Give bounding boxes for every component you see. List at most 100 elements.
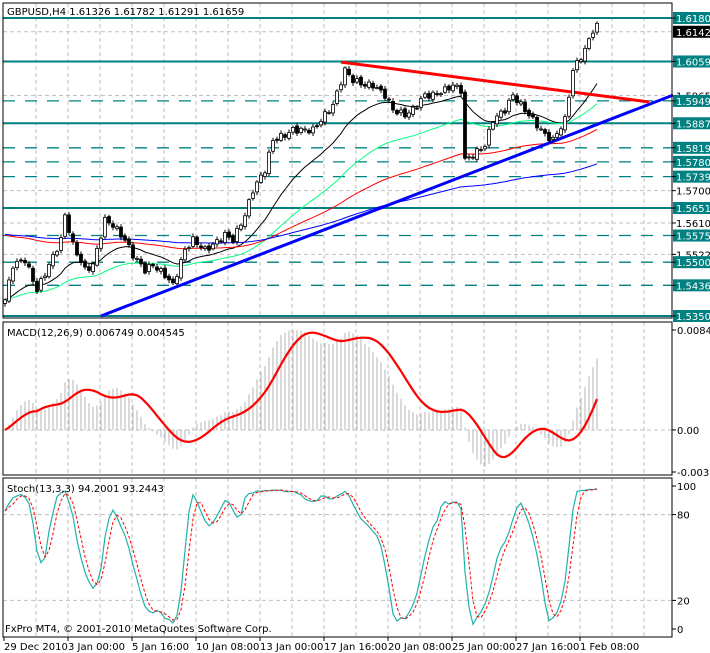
candle <box>95 248 99 266</box>
level-price-label: 1.60597 <box>676 57 710 68</box>
candle <box>215 239 219 245</box>
candle <box>19 259 23 262</box>
candle <box>587 38 591 49</box>
time-label: 13 Jan 00:00 <box>260 642 323 653</box>
candle <box>251 192 255 199</box>
candle <box>259 174 263 183</box>
candle <box>7 279 11 302</box>
candle <box>171 278 175 284</box>
trendlines <box>100 60 674 318</box>
candle <box>35 280 39 292</box>
candle <box>47 264 51 278</box>
candle <box>571 69 575 97</box>
time-label: 17 Jan 16:00 <box>324 642 387 653</box>
candle <box>355 78 359 83</box>
candle <box>291 127 295 133</box>
candle <box>83 260 87 268</box>
ma-line-200 <box>4 163 598 244</box>
candle <box>391 101 395 111</box>
candle <box>423 93 427 98</box>
candle <box>475 148 479 160</box>
candle <box>91 263 95 272</box>
level-price-label: 1.53509 <box>676 312 710 323</box>
candle <box>499 110 503 118</box>
candle <box>543 129 547 134</box>
candle <box>335 90 339 104</box>
macd-tick-label: 0.00 <box>677 426 699 437</box>
candle <box>383 88 387 99</box>
level-price-label: 1.59499 <box>676 97 710 108</box>
candles <box>3 21 599 307</box>
candle <box>123 235 127 241</box>
candle <box>435 93 439 95</box>
candle <box>351 75 355 84</box>
gbpusd-h4-chart[interactable]: 0.00847 0.00 -0.00356 100 80 20 0 1.61425 1.59… <box>0 0 710 653</box>
candle <box>31 267 35 282</box>
candle <box>491 122 495 130</box>
candle <box>531 114 535 118</box>
time-label: 25 Jan 00:00 <box>452 642 515 653</box>
candle <box>451 84 455 92</box>
chart-title: GBPUSD,H4 1.61326 1.61782 1.61291 1.6165… <box>7 7 244 18</box>
candle <box>207 245 211 251</box>
candle <box>519 101 523 105</box>
horizontal-levels <box>3 17 672 317</box>
candle <box>463 91 467 159</box>
candle <box>203 246 207 249</box>
candle <box>111 223 115 228</box>
candle <box>99 237 103 249</box>
price-tick-label: 1.56100 <box>676 219 710 230</box>
candle <box>407 112 411 118</box>
candle <box>535 116 539 129</box>
candle <box>275 138 279 141</box>
candle <box>139 258 143 265</box>
candle <box>287 132 291 139</box>
candle <box>595 22 599 33</box>
candle <box>59 237 63 251</box>
current-price-label: 1.61425 <box>676 28 710 39</box>
candle <box>199 245 203 249</box>
candle <box>319 121 323 126</box>
candle <box>119 226 123 238</box>
candle <box>515 95 519 103</box>
stoch-label: Stoch(13,3,3) 94.2001 93.2443 <box>7 484 164 495</box>
candle <box>575 60 579 71</box>
candle <box>75 242 79 256</box>
candle <box>307 129 311 134</box>
candle <box>471 156 475 159</box>
candle <box>39 278 43 291</box>
candle <box>183 248 187 261</box>
candle <box>191 236 195 247</box>
candle <box>43 275 47 279</box>
candle <box>11 267 15 282</box>
candle <box>167 275 171 281</box>
candle <box>447 85 451 91</box>
candle <box>63 214 67 237</box>
candle <box>231 235 235 243</box>
macd-tick-label: 0.00847 <box>677 326 710 337</box>
candle <box>211 243 215 250</box>
candle <box>71 233 75 243</box>
candle <box>219 240 223 243</box>
candle <box>455 84 459 87</box>
candle <box>103 217 107 238</box>
stoch-tick-label: 100 <box>677 482 696 493</box>
candle <box>379 85 383 91</box>
candle <box>27 263 31 268</box>
price-axis: 1.614251.596501.570001.561001.552251.594… <box>672 12 710 323</box>
level-price-label: 1.57390 <box>676 173 710 184</box>
candle <box>547 132 551 142</box>
copyright-text: FxPro MT4, © 2001-2010 MetaQuotes Softwa… <box>5 624 272 635</box>
level-price-label: 1.55750 <box>676 232 710 243</box>
candle <box>467 156 471 159</box>
stoch-tick-label: 0 <box>677 625 683 636</box>
trendline-support <box>100 93 674 318</box>
candle <box>87 266 91 271</box>
stoch-tick-label: 80 <box>677 511 690 522</box>
stochastic-indicator: 100 80 20 0 <box>3 482 696 636</box>
candle <box>147 264 151 272</box>
candle <box>131 244 135 259</box>
candle <box>15 261 19 269</box>
candle <box>243 215 247 227</box>
candle <box>563 116 567 131</box>
